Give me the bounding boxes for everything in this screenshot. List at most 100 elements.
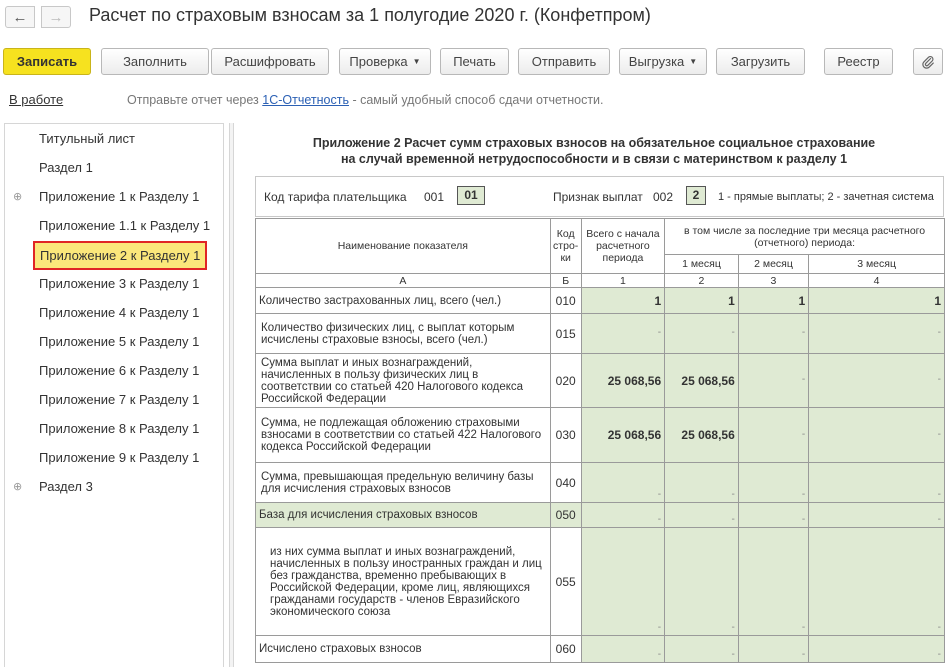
- 1c-reporting-link[interactable]: 1С-Отчетность: [262, 93, 349, 107]
- value-cell[interactable]: -: [808, 313, 945, 354]
- value-cell[interactable]: 25 068,56: [580, 353, 666, 408]
- value-cell[interactable]: 25 068,56: [664, 407, 739, 463]
- value-cell[interactable]: -: [737, 407, 810, 463]
- nav-item-appendix-1-1[interactable]: Приложение 1.1 к Разделу 1: [5, 211, 223, 240]
- row-name: Исчислено страховых взносов: [255, 635, 551, 663]
- nav-item-appendix-9[interactable]: Приложение 9 к Разделу 1: [5, 443, 223, 472]
- table-row: Количество застрахованных лиц, всего (че…: [255, 287, 945, 314]
- nav-item-appendix-4[interactable]: Приложение 4 к Разделу 1: [5, 298, 223, 327]
- payment-field-code: 002: [653, 190, 674, 204]
- value-cell[interactable]: -: [808, 635, 945, 663]
- save-button-label: Записать: [16, 54, 78, 69]
- registry-button[interactable]: Реестр: [824, 48, 893, 75]
- value-cell[interactable]: -: [737, 353, 810, 408]
- header-code: Код стро-ки: [549, 218, 582, 274]
- forward-arrow-icon[interactable]: →: [41, 6, 71, 28]
- check-dropdown-button[interactable]: Проверка ▼: [339, 48, 431, 75]
- nav-item-label: Приложение 2 к Разделу 1: [33, 241, 208, 270]
- hint-text: Отправьте отчет через 1С-Отчетность - са…: [127, 93, 604, 107]
- tariff-field-code: 001: [424, 190, 445, 204]
- back-arrow-icon[interactable]: ←: [5, 6, 35, 28]
- print-button[interactable]: Печать: [440, 48, 509, 75]
- table-row: Количество физических лиц, с выплат кото…: [255, 313, 945, 354]
- value-cell[interactable]: -: [580, 502, 666, 528]
- value-cell[interactable]: 1: [737, 287, 810, 314]
- value-cell[interactable]: -: [664, 313, 739, 354]
- save-button[interactable]: Записать: [3, 48, 91, 75]
- nav-item-appendix-6[interactable]: Приложение 6 к Разделу 1: [5, 356, 223, 385]
- attach-button[interactable]: [913, 48, 943, 75]
- col-label: А: [255, 273, 551, 288]
- header-month-2: 2 месяц: [737, 254, 810, 274]
- tariff-code-field[interactable]: 01: [457, 186, 485, 205]
- export-button-label: Выгрузка: [628, 54, 685, 69]
- value-cell[interactable]: 1: [664, 287, 739, 314]
- status-line: В работе Отправьте отчет через 1С-Отчетн…: [0, 90, 945, 112]
- value-cell[interactable]: -: [664, 635, 739, 663]
- fill-button[interactable]: Заполнить: [101, 48, 209, 75]
- nav-item-section-3[interactable]: ⊕ Раздел 3: [5, 472, 223, 501]
- registry-button-label: Реестр: [837, 54, 880, 69]
- hint-prefix: Отправьте отчет через: [127, 93, 263, 107]
- nav-item-label: Раздел 3: [39, 479, 93, 494]
- form-title: Приложение 2 Расчет сумм страховых взнос…: [234, 135, 945, 167]
- value-cell[interactable]: -: [737, 635, 810, 663]
- nav-item-appendix-5[interactable]: Приложение 5 к Разделу 1: [5, 327, 223, 356]
- header-total: Всего с начала расчетного периода: [580, 218, 666, 274]
- value-cell[interactable]: -: [737, 502, 810, 528]
- nav-item-section-1[interactable]: Раздел 1: [5, 153, 223, 182]
- value-cell[interactable]: 1: [580, 287, 666, 314]
- value-cell[interactable]: -: [580, 635, 666, 663]
- nav-item-label: Титульный лист: [39, 131, 136, 146]
- expand-plus-icon[interactable]: ⊕: [13, 480, 22, 493]
- nav-item-label: Раздел 1: [39, 160, 93, 175]
- load-button[interactable]: Загрузить: [716, 48, 805, 75]
- value-cell[interactable]: 1: [808, 287, 945, 314]
- nav-item-label: Приложение 4 к Разделу 1: [39, 305, 200, 320]
- row-code: 060: [549, 635, 582, 663]
- expand-plus-icon[interactable]: ⊕: [13, 190, 22, 203]
- value-cell[interactable]: -: [737, 462, 810, 503]
- fill-button-label: Заполнить: [123, 54, 187, 69]
- value-cell[interactable]: -: [580, 462, 666, 503]
- decode-button[interactable]: Расшифровать: [211, 48, 329, 75]
- nav-item-label: Приложение 1 к Разделу 1: [39, 189, 200, 204]
- nav-item-appendix-8[interactable]: Приложение 8 к Разделу 1: [5, 414, 223, 443]
- table-row: Сумма, превышающая предельную величину б…: [255, 462, 945, 503]
- payment-sign-field[interactable]: 2: [686, 186, 706, 205]
- send-button[interactable]: Отправить: [518, 48, 610, 75]
- nav-item-label: Приложение 9 к Разделу 1: [39, 450, 200, 465]
- value-cell[interactable]: -: [737, 313, 810, 354]
- nav-item-appendix-3[interactable]: Приложение 3 к Разделу 1: [5, 269, 223, 298]
- caret-down-icon: ▼: [412, 57, 421, 66]
- row-name: Сумма выплат и иных вознаграждений, начи…: [255, 353, 551, 408]
- value-cell[interactable]: -: [808, 527, 945, 636]
- value-cell[interactable]: 25 068,56: [664, 353, 739, 408]
- value-cell[interactable]: -: [808, 502, 945, 528]
- status-link[interactable]: В работе: [9, 92, 63, 107]
- nav-item-label: Приложение 7 к Разделу 1: [39, 392, 200, 407]
- value-cell[interactable]: -: [808, 407, 945, 463]
- header-last-three-months: в том числе за последние три месяца расч…: [664, 218, 945, 255]
- sections-panel: Титульный лист Раздел 1 ⊕ Приложение 1 к …: [4, 123, 224, 667]
- value-cell[interactable]: -: [664, 462, 739, 503]
- nav-item-appendix-2[interactable]: Приложение 2 к Разделу 1: [5, 240, 223, 270]
- nav-item-appendix-7[interactable]: Приложение 7 к Разделу 1: [5, 385, 223, 414]
- value-cell[interactable]: -: [737, 527, 810, 636]
- print-button-label: Печать: [453, 54, 496, 69]
- tariff-block: Код тарифа плательщика 001 01 Признак вы…: [255, 176, 944, 217]
- table-row: Исчислено страховых взносов 060 - - - -: [255, 635, 945, 663]
- nav-item-appendix-1[interactable]: ⊕ Приложение 1 к Разделу 1: [5, 182, 223, 211]
- nav-item-label: Приложение 8 к Разделу 1: [39, 421, 200, 436]
- export-dropdown-button[interactable]: Выгрузка ▼: [619, 48, 707, 75]
- value-cell[interactable]: -: [580, 313, 666, 354]
- value-cell[interactable]: -: [808, 353, 945, 408]
- value-cell[interactable]: -: [808, 462, 945, 503]
- row-name: Сумма, превышающая предельную величину б…: [255, 462, 551, 503]
- value-cell[interactable]: -: [664, 502, 739, 528]
- value-cell[interactable]: -: [664, 527, 739, 636]
- value-cell[interactable]: -: [580, 527, 666, 636]
- value-cell[interactable]: 25 068,56: [580, 407, 666, 463]
- decode-button-label: Расшифровать: [224, 54, 316, 69]
- nav-item-title-page[interactable]: Титульный лист: [5, 124, 223, 153]
